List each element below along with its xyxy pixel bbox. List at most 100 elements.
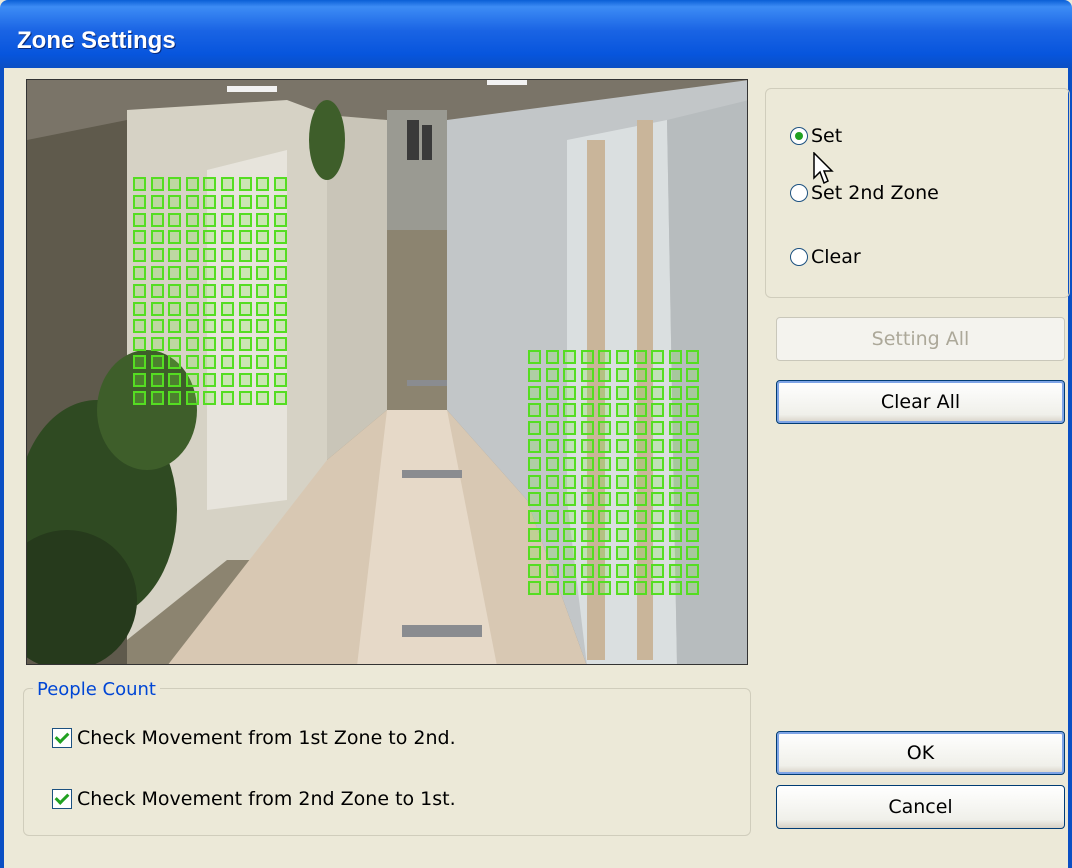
zone-cell[interactable] [185, 319, 199, 334]
zone-cell[interactable] [633, 350, 647, 364]
zone-cell[interactable] [563, 545, 577, 560]
zone-cell[interactable] [633, 439, 647, 453]
zone-cell[interactable] [651, 474, 665, 489]
zone-cell[interactable] [256, 355, 270, 369]
title-bar[interactable]: Zone Settings [0, 0, 1072, 68]
zone-cell[interactable] [150, 283, 164, 298]
cancel-button[interactable]: Cancel [776, 785, 1065, 829]
zone-cell[interactable] [651, 403, 665, 418]
zone-cell[interactable] [686, 456, 700, 471]
zone-cell[interactable] [256, 230, 270, 245]
zone-cell[interactable] [203, 283, 217, 298]
zone-cell[interactable] [273, 355, 287, 369]
zone-cell[interactable] [668, 563, 682, 578]
zone-cell[interactable] [580, 421, 594, 436]
zone-cell[interactable] [651, 439, 665, 453]
zone-cell[interactable] [273, 248, 287, 263]
zone-cell[interactable] [668, 350, 682, 364]
zone-cell[interactable] [221, 355, 234, 369]
zone-cell[interactable] [256, 266, 270, 280]
zone-cell[interactable] [616, 581, 629, 596]
zone-cell[interactable] [150, 177, 164, 191]
zone-cell[interactable] [580, 492, 594, 507]
check-1st-to-2nd-box[interactable] [52, 728, 72, 748]
radio-clear-button[interactable] [790, 248, 808, 266]
zone-cell[interactable] [221, 319, 234, 334]
zone-cell[interactable] [238, 372, 252, 387]
zone-cell[interactable] [686, 492, 700, 507]
radio-set-2nd-zone-button[interactable] [790, 184, 808, 202]
zone-cell[interactable] [545, 367, 559, 382]
zone-cell[interactable] [616, 385, 629, 400]
zone-cell[interactable] [150, 337, 164, 352]
zone-cell[interactable] [616, 439, 629, 453]
zone-cell[interactable] [545, 439, 559, 453]
zone-cell[interactable] [203, 248, 217, 263]
zone-cell[interactable] [668, 403, 682, 418]
zone-cell[interactable] [256, 337, 270, 352]
zone-cell[interactable] [668, 528, 682, 542]
zone-cell[interactable] [686, 528, 700, 542]
zone-cell[interactable] [598, 350, 612, 364]
zone-cell[interactable] [168, 372, 182, 387]
zone-cell[interactable] [651, 545, 665, 560]
zone-cell[interactable] [668, 385, 682, 400]
zone-cell[interactable] [168, 319, 182, 334]
zone-cell[interactable] [686, 474, 700, 489]
zone-cell[interactable] [273, 337, 287, 352]
zone-cell[interactable] [150, 194, 164, 209]
zone-cell[interactable] [203, 390, 217, 405]
zone-cell[interactable] [528, 492, 541, 507]
zone-cell[interactable] [563, 421, 577, 436]
zone-cell[interactable] [651, 421, 665, 436]
zone-cell[interactable] [616, 474, 629, 489]
zone-cell[interactable] [545, 385, 559, 400]
zone-cell[interactable] [598, 492, 612, 507]
zone-cell[interactable] [203, 319, 217, 334]
camera-preview[interactable] [26, 79, 748, 665]
zone-cell[interactable] [203, 355, 217, 369]
zone-cell[interactable] [185, 337, 199, 352]
zone-cell[interactable] [133, 230, 146, 245]
zone-cell[interactable] [256, 372, 270, 387]
zone-cell[interactable] [238, 177, 252, 191]
zone-cell[interactable] [668, 421, 682, 436]
zone-cell[interactable] [221, 177, 234, 191]
zone-cell[interactable] [185, 301, 199, 316]
zone-cell[interactable] [133, 372, 146, 387]
zone-cell[interactable] [686, 367, 700, 382]
zone-cell[interactable] [563, 456, 577, 471]
zone-cell[interactable] [256, 390, 270, 405]
zone-cell[interactable] [203, 230, 217, 245]
check-1st-to-2nd[interactable]: Check Movement from 1st Zone to 2nd. [52, 727, 456, 749]
zone-cell[interactable] [221, 194, 234, 209]
zone-cell[interactable] [185, 248, 199, 263]
zone-cell[interactable] [150, 372, 164, 387]
zone-cell[interactable] [651, 528, 665, 542]
radio-clear[interactable]: Clear [790, 246, 861, 268]
zone-cell[interactable] [133, 355, 146, 369]
zone-cell[interactable] [528, 563, 541, 578]
zone-cell[interactable] [633, 510, 647, 525]
zone-cell[interactable] [150, 301, 164, 316]
zone-cell[interactable] [598, 563, 612, 578]
zone-cell[interactable] [616, 510, 629, 525]
zone-cell[interactable] [150, 230, 164, 245]
zone-cell[interactable] [238, 230, 252, 245]
zone-cell[interactable] [545, 403, 559, 418]
zone-cell[interactable] [545, 545, 559, 560]
zone-cell[interactable] [580, 510, 594, 525]
zone-cell[interactable] [686, 439, 700, 453]
zone-cell[interactable] [598, 581, 612, 596]
zone-cell[interactable] [203, 177, 217, 191]
zone-cell[interactable] [256, 301, 270, 316]
zone-cell[interactable] [686, 510, 700, 525]
zone-cell[interactable] [563, 350, 577, 364]
zone-cell[interactable] [528, 545, 541, 560]
zone-cell[interactable] [651, 456, 665, 471]
zone-cell[interactable] [686, 385, 700, 400]
zone-cell[interactable] [133, 337, 146, 352]
zone-cell[interactable] [598, 528, 612, 542]
zone-cell[interactable] [545, 456, 559, 471]
zone-cell[interactable] [168, 230, 182, 245]
